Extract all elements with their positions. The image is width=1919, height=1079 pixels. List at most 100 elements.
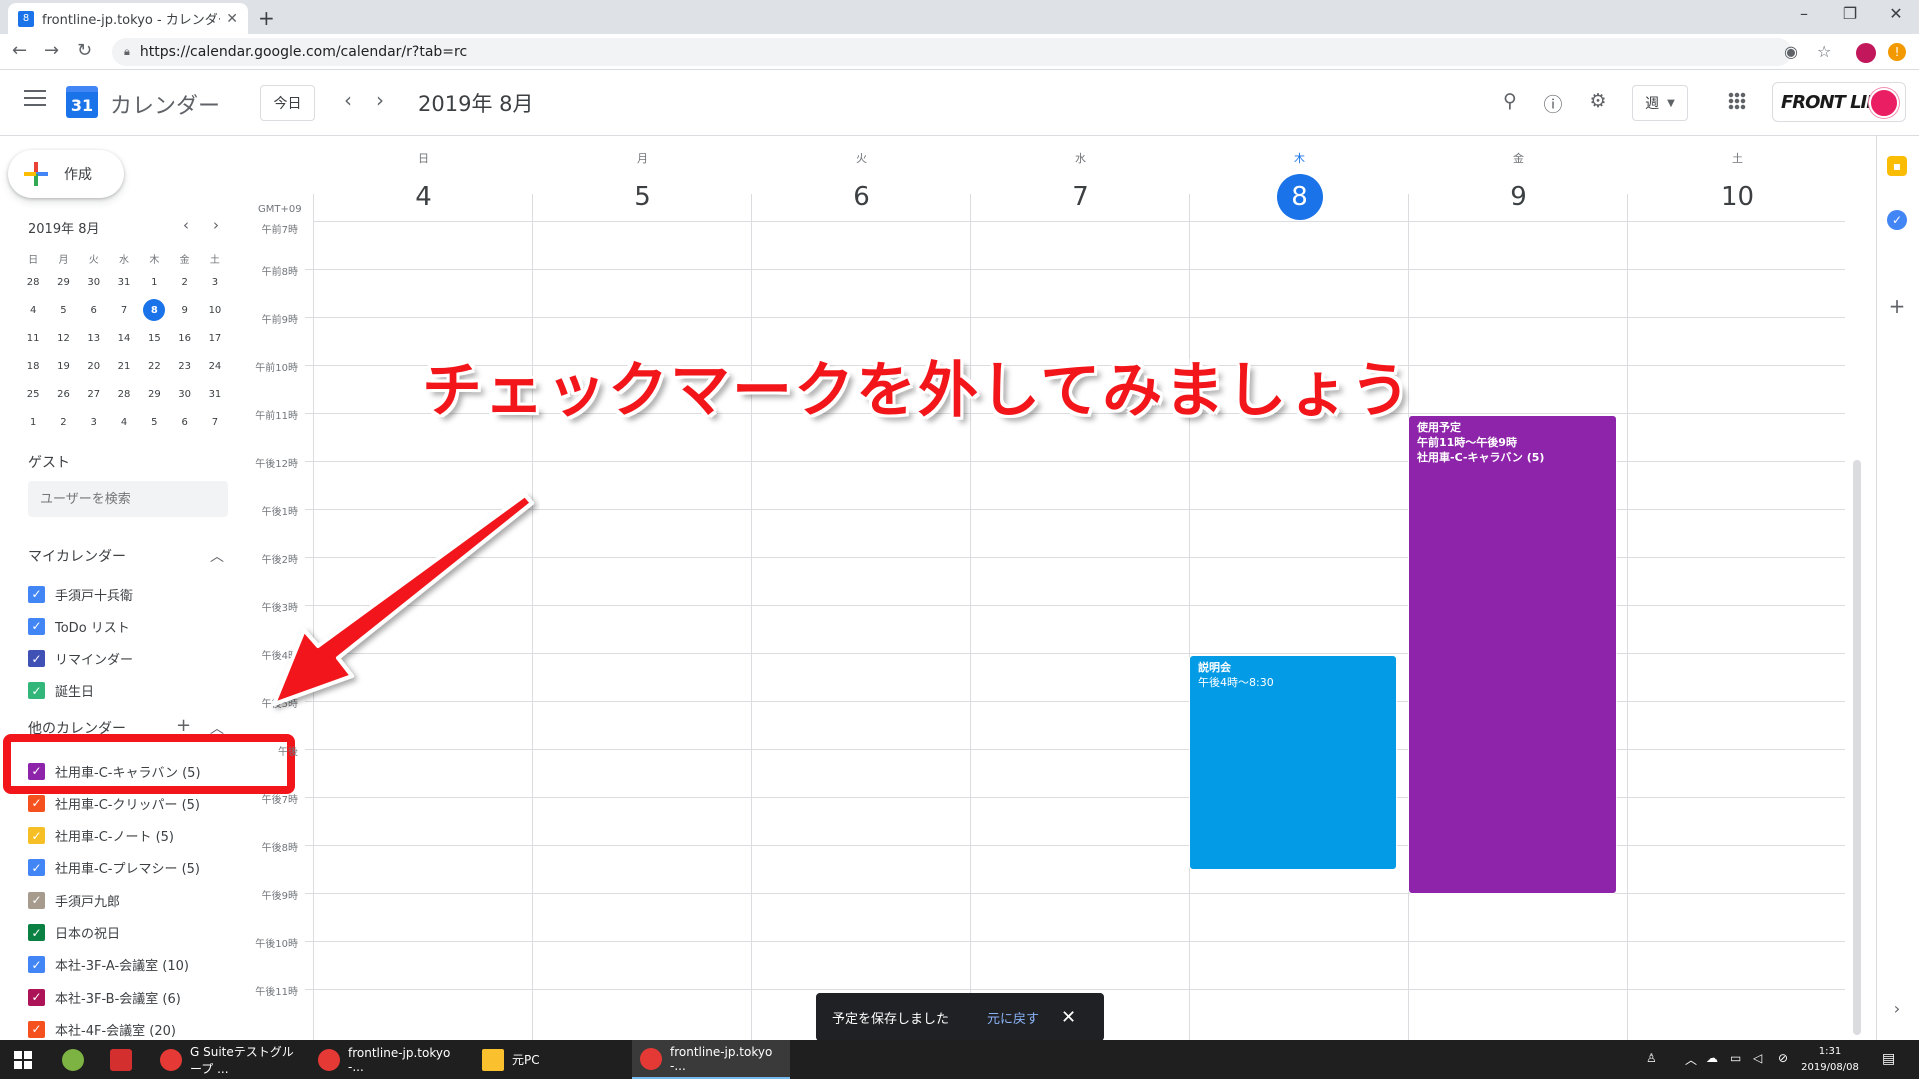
event-title: 説明会 [1198, 661, 1231, 674]
day-number[interactable]: 6 [839, 174, 885, 220]
taskbar-label: G Suiteテストグループ ... [190, 1044, 294, 1076]
back-icon[interactable]: ← [12, 40, 27, 61]
keep-icon[interactable]: ▪ [1887, 156, 1907, 176]
grid-scrollbar[interactable] [1853, 460, 1861, 1035]
event-shiyouyotei[interactable]: 使用予定 午前11時～午後9時 社用車-C-キャラバン (5) [1408, 415, 1617, 894]
expand-panel-icon[interactable]: › [1887, 998, 1907, 1018]
tray-expand-icon[interactable]: ︿ [1685, 1051, 1697, 1068]
apps-grid-icon[interactable] [1728, 92, 1746, 110]
day-header[interactable]: 日4 [314, 150, 533, 220]
dropdown-arrow-icon: ▼ [1667, 97, 1675, 109]
view-select[interactable]: 週 ▼ [1632, 85, 1688, 121]
close-tab-icon[interactable]: ✕ [226, 11, 238, 27]
taskbar-label: frontline-jp.tokyo -... [348, 1045, 451, 1074]
next-week-icon[interactable]: › [376, 88, 384, 112]
event-setsumeikai[interactable]: 説明会 午後4時～8:30 [1189, 655, 1397, 870]
settings-gear-icon[interactable]: ⚙ [1585, 90, 1611, 112]
day-header[interactable]: 月5 [533, 150, 752, 220]
event-time: 午後4時～8:30 [1198, 676, 1274, 689]
hour-gridline [305, 269, 1845, 270]
close-window-icon[interactable]: ✕ [1873, 4, 1919, 23]
network-icon[interactable]: ▭ [1730, 1051, 1741, 1065]
day-number[interactable]: 4 [401, 174, 447, 220]
date-title: 2019年 8月 [418, 92, 534, 116]
onedrive-icon[interactable]: ☁ [1706, 1051, 1718, 1065]
day-column-divider [1627, 194, 1628, 1040]
close-snackbar-icon[interactable]: ✕ [1061, 1007, 1076, 1028]
day-number[interactable]: 5 [620, 174, 666, 220]
day-header[interactable]: 土 10 [1628, 150, 1847, 220]
day-of-week: 土 [1732, 152, 1743, 165]
app-green-icon[interactable] [62, 1040, 84, 1079]
calendar-favicon-icon: 8 [18, 10, 34, 27]
taskbar-clock[interactable]: 1:31 2019/08/08 [1790, 1044, 1870, 1076]
url-input[interactable]: 🔒︎ https://calendar.google.com/calendar/… [112, 38, 1792, 66]
header-divider [313, 221, 1845, 222]
day-number[interactable]: 8 [1276, 174, 1323, 220]
people-icon[interactable]: ♙ [1646, 1051, 1657, 1065]
hour-label: 午後7時 [261, 795, 298, 806]
brand-logo[interactable]: FRONT LINE [1772, 82, 1906, 122]
browser-tab-strip: 8 frontline-jp.tokyo - カレンダー - 20 ✕ + – … [0, 0, 1919, 34]
notification-icon[interactable]: ▤ [1882, 1051, 1895, 1067]
hour-label: 午後8時 [261, 843, 298, 854]
windows-start-icon[interactable] [14, 1051, 32, 1069]
hour-label: 午前11時 [255, 411, 298, 422]
lock-icon: 🔒︎ [124, 45, 130, 58]
day-column-divider [970, 194, 971, 1040]
eye-icon[interactable]: ◉ [1784, 42, 1798, 61]
address-bar-row: ← → ↻ 🔒︎ https://calendar.google.com/cal… [0, 34, 1919, 70]
day-number[interactable]: 7 [1058, 174, 1104, 220]
annotation-text: チェックマークを外してみましょう [422, 356, 1413, 426]
chrome-icon [160, 1048, 182, 1071]
day-of-week: 日 [418, 152, 429, 165]
taskbar-label: 元PC [512, 1053, 540, 1067]
hour-label: 午前10時 [255, 363, 298, 374]
taskbar-chrome-frontline-active[interactable]: frontline-jp.tokyo -... [632, 1040, 790, 1079]
forward-icon[interactable]: → [44, 40, 59, 61]
profile-avatar[interactable] [1856, 43, 1876, 63]
help-icon[interactable]: ⓘ [1540, 90, 1566, 117]
search-icon[interactable]: ⚲ [1497, 90, 1523, 112]
taskbar-folder[interactable]: 元PC [482, 1040, 592, 1079]
update-alert-icon[interactable]: ! [1888, 43, 1906, 61]
day-header[interactable]: 金9 [1409, 150, 1628, 220]
blocked-icon[interactable]: ⊘ [1778, 1051, 1788, 1065]
new-tab-icon[interactable]: + [258, 6, 275, 30]
day-number[interactable]: 9 [1496, 174, 1542, 220]
main-menu-icon[interactable] [24, 90, 46, 106]
taskbar-label: frontline-jp.tokyo -... [670, 1044, 773, 1073]
windows-taskbar: G Suiteテストグループ ... frontline-jp.tokyo -.… [0, 1040, 1919, 1079]
hour-label: 午後9時 [261, 891, 298, 902]
undo-link[interactable]: 元に戻す [987, 1008, 1039, 1027]
hour-gridline [305, 941, 1845, 942]
taskbar-chrome-frontline-1[interactable]: frontline-jp.tokyo -... [318, 1040, 463, 1079]
minimize-icon[interactable]: – [1781, 4, 1827, 23]
restore-icon[interactable]: ❐ [1827, 4, 1873, 23]
day-number[interactable]: 10 [1715, 174, 1761, 220]
hour-label: 午前9時 [261, 315, 298, 326]
day-column-divider [751, 194, 752, 1040]
previous-week-icon[interactable]: ‹ [344, 88, 352, 112]
reload-icon[interactable]: ↻ [77, 40, 92, 61]
acrobat-icon[interactable] [110, 1040, 132, 1079]
hour-label: 午後11時 [255, 987, 298, 998]
tasks-icon[interactable]: ✓ [1887, 210, 1907, 230]
chrome-icon [640, 1047, 662, 1070]
browser-tab[interactable]: 8 frontline-jp.tokyo - カレンダー - 20 ✕ [8, 3, 248, 34]
day-header[interactable]: 火6 [752, 150, 971, 220]
day-header[interactable]: 水7 [971, 150, 1190, 220]
add-addon-icon[interactable]: + [1887, 294, 1907, 318]
folder-icon [482, 1048, 504, 1071]
day-header[interactable]: 木8 [1190, 150, 1409, 220]
bookmark-star-icon[interactable]: ☆ [1817, 42, 1831, 61]
taskbar-chrome-gsuite[interactable]: G Suiteテストグループ ... [160, 1040, 305, 1079]
day-of-week: 火 [856, 152, 867, 165]
hour-label: 午前8時 [261, 267, 298, 278]
event-time: 午前11時～午後9時 [1417, 436, 1517, 449]
volume-icon[interactable]: ◁ [1753, 1051, 1762, 1065]
account-avatar[interactable] [1869, 88, 1899, 118]
url-text: https://calendar.google.com/calendar/r?t… [139, 44, 468, 60]
today-button[interactable]: 今日 [260, 85, 315, 121]
clock-time: 1:31 [1818, 1046, 1842, 1057]
